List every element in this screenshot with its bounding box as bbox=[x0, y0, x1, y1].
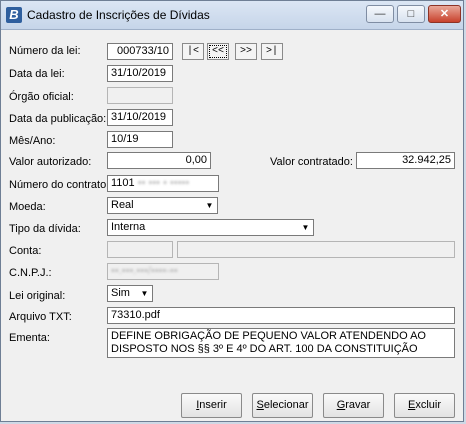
tipo-divida-value: Interna bbox=[111, 221, 146, 233]
valor-contratado-label: Valor contratado: bbox=[270, 156, 353, 168]
lei-original-label: Lei original: bbox=[9, 290, 66, 302]
title-bar[interactable]: B Cadastro de Inscrições de Dívidas — □ … bbox=[1, 1, 463, 30]
ementa-line-1: DEFINE OBRIGAÇÃO DE PEQUENO VALOR ATENDE… bbox=[111, 330, 426, 342]
chevron-down-icon[interactable]: ▼ bbox=[138, 287, 151, 300]
inserir-button[interactable]: Inserir bbox=[181, 393, 242, 418]
numero-contrato-value: 1101 bbox=[111, 177, 135, 189]
numero-contrato-field[interactable]: 1101 •• ••• • ••••• bbox=[107, 175, 219, 192]
lei-original-value: Sim bbox=[111, 287, 130, 299]
conta-description-field[interactable] bbox=[177, 241, 455, 258]
minimize-button[interactable]: — bbox=[366, 5, 394, 23]
numero-contrato-redacted: •• ••• • ••••• bbox=[137, 177, 190, 189]
valor-autorizado-label: Valor autorizado: bbox=[9, 156, 92, 168]
cnpj-label: C.N.P.J.: bbox=[9, 267, 52, 279]
selecionar-button[interactable]: Selecionar bbox=[252, 393, 313, 418]
tipo-divida-label: Tipo da dívida: bbox=[9, 223, 81, 235]
moeda-value: Real bbox=[111, 199, 134, 211]
main-window: B Cadastro de Inscrições de Dívidas — □ … bbox=[0, 0, 464, 422]
orgao-oficial-label: Órgão oficial: bbox=[9, 91, 74, 103]
lei-original-select[interactable]: Sim ▼ bbox=[107, 285, 153, 302]
maximize-button[interactable]: □ bbox=[397, 5, 425, 23]
gravar-button[interactable]: Gravar bbox=[323, 393, 384, 418]
window-title: Cadastro de Inscrições de Dívidas bbox=[27, 8, 210, 22]
mes-ano-label: Mês/Ano: bbox=[9, 135, 56, 147]
valor-contratado-field[interactable]: 32.942,25 bbox=[356, 152, 455, 169]
arquivo-txt-label: Arquivo TXT: bbox=[9, 311, 72, 323]
close-button[interactable]: ✕ bbox=[428, 5, 461, 23]
numero-lei-label: Número da lei: bbox=[9, 45, 81, 57]
ementa-textarea[interactable]: DEFINE OBRIGAÇÃO DE PEQUENO VALOR ATENDE… bbox=[107, 328, 455, 358]
app-icon: B bbox=[6, 7, 22, 23]
valor-autorizado-field[interactable]: 0,00 bbox=[107, 152, 211, 169]
cnpj-field[interactable]: ••.•••.•••/••••-•• bbox=[107, 263, 219, 280]
data-publicacao-field[interactable]: 31/10/2019 bbox=[107, 109, 173, 126]
moeda-select[interactable]: Real ▼ bbox=[107, 197, 218, 214]
ementa-line-2: DISPOSTO NOS §§ 3º E 4º DO ART. 100 DA C… bbox=[111, 343, 418, 355]
conta-label: Conta: bbox=[9, 245, 42, 257]
arquivo-txt-field[interactable]: 73310.pdf bbox=[107, 307, 455, 324]
data-publicacao-label: Data da publicação: bbox=[9, 113, 107, 125]
excluir-button[interactable]: Excluir bbox=[394, 393, 455, 418]
conta-field[interactable] bbox=[107, 241, 173, 258]
cnpj-redacted: ••.•••.•••/••••-•• bbox=[111, 265, 178, 277]
tipo-divida-select[interactable]: Interna ▼ bbox=[107, 219, 314, 236]
ementa-label: Ementa: bbox=[9, 332, 50, 344]
chevron-down-icon[interactable]: ▼ bbox=[203, 199, 216, 212]
prev-record-button[interactable]: << bbox=[207, 43, 229, 60]
mes-ano-field[interactable]: 10/19 bbox=[107, 131, 173, 148]
chevron-down-icon[interactable]: ▼ bbox=[299, 221, 312, 234]
next-record-button[interactable]: >> bbox=[235, 43, 257, 60]
numero-lei-field[interactable]: 000733/10 bbox=[107, 43, 173, 60]
last-record-button[interactable]: >| bbox=[261, 43, 283, 60]
data-lei-field[interactable]: 31/10/2019 bbox=[107, 65, 173, 82]
data-lei-label: Data da lei: bbox=[9, 68, 65, 80]
moeda-label: Moeda: bbox=[9, 201, 46, 213]
numero-contrato-label: Número do contrato: bbox=[9, 179, 110, 191]
orgao-oficial-field[interactable] bbox=[107, 87, 173, 104]
first-record-button[interactable]: |< bbox=[182, 43, 204, 60]
